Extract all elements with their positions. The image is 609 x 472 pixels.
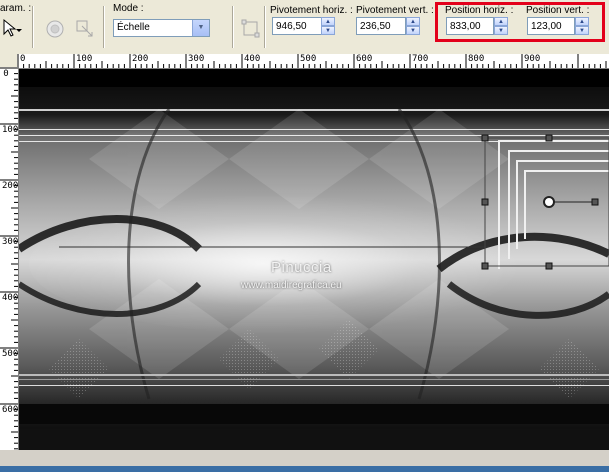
highlight-box <box>435 2 605 42</box>
separator <box>264 6 265 48</box>
spin-up-icon[interactable]: ▲ <box>406 17 420 26</box>
separator <box>103 6 104 48</box>
mode-select[interactable]: Échelle ▼ <box>113 19 210 37</box>
handle-icon <box>543 196 555 208</box>
horizontal-ruler: 0 100 200 300 400 500 600 700 800 900 <box>18 54 609 69</box>
reset-button[interactable] <box>45 19 67 41</box>
ruler-label: 600 <box>356 54 373 64</box>
mode-label: Mode : <box>113 3 144 14</box>
ruler-label: 700 <box>412 54 429 64</box>
separator <box>32 6 33 48</box>
transform-disabled-icon <box>76 20 93 37</box>
circle-disabled-icon <box>46 20 64 38</box>
presets-label: aram. : <box>0 3 32 14</box>
toolbar: aram. : Mode : Échelle ▼ Pivotement hori… <box>0 0 609 55</box>
pointer-tool-button[interactable] <box>1 18 23 40</box>
ruler-label: 400 <box>244 54 261 64</box>
ruler-label: 300 <box>2 237 19 247</box>
spin-down-icon[interactable]: ▼ <box>321 26 335 35</box>
rotation-vertical-stepper[interactable]: ▲ ▼ <box>406 17 420 35</box>
ruler-label: 100 <box>76 54 93 64</box>
separator <box>232 6 233 48</box>
spin-up-icon[interactable]: ▲ <box>321 17 335 26</box>
ruler-label: 100 <box>2 125 19 135</box>
ruler-label: 200 <box>2 181 19 191</box>
transform-button[interactable] <box>74 18 96 40</box>
rotation-vertical-label: Pivotement vert. : <box>356 5 434 16</box>
ruler-label: 0 <box>3 69 9 79</box>
window-border <box>0 466 609 472</box>
mode-value: Échelle <box>117 22 150 33</box>
rotation-horizontal-input[interactable]: 946,50 <box>272 17 322 35</box>
spin-down-icon[interactable]: ▼ <box>406 26 420 35</box>
rotation-vertical-input[interactable]: 236,50 <box>356 17 406 35</box>
ruler-label: 600 <box>2 405 19 415</box>
ruler-label: 200 <box>132 54 149 64</box>
ruler-label: 900 <box>524 54 541 64</box>
transform-disabled-icon <box>241 19 260 38</box>
ruler-label: 300 <box>188 54 205 64</box>
vertical-ruler: 0 100 200 300 400 500 600 <box>0 68 19 468</box>
ruler-label: 800 <box>468 54 485 64</box>
dropdown-arrow-icon[interactable]: ▼ <box>192 20 209 36</box>
rotation-horizontal-label: Pivotement horiz. : <box>270 5 353 16</box>
deform-button[interactable] <box>240 18 262 40</box>
ruler-corner <box>0 54 18 68</box>
pointer-arrow-icon <box>3 18 22 37</box>
ruler-label: 0 <box>20 54 26 64</box>
rotation-horizontal-stepper[interactable]: ▲ ▼ <box>321 17 335 35</box>
ruler-label: 500 <box>2 349 19 359</box>
watermark-title: Pinuccia <box>271 259 332 276</box>
watermark-url: www.maidiregrafica.eu <box>241 280 342 291</box>
image-canvas[interactable]: Pinuccia www.maidiregrafica.eu <box>19 69 609 450</box>
ruler-label: 400 <box>2 293 19 303</box>
ruler-label: 500 <box>300 54 317 64</box>
